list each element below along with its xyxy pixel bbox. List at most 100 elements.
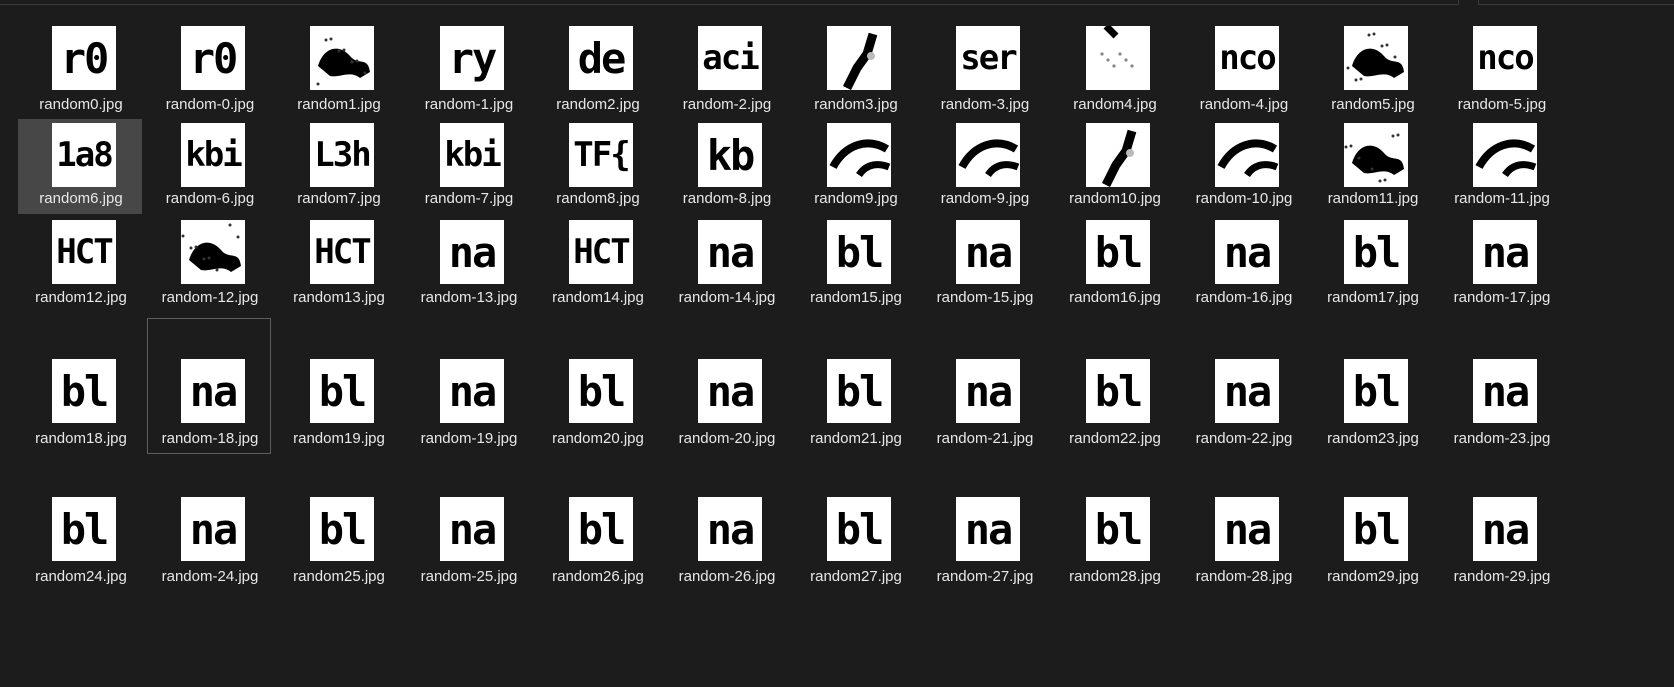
search-box[interactable] bbox=[1478, 0, 1674, 5]
image-thumbnail[interactable] bbox=[827, 26, 891, 90]
image-thumbnail[interactable]: bl bbox=[827, 497, 891, 561]
image-thumbnail[interactable]: na bbox=[181, 497, 245, 561]
file-item[interactable]: na random-20.jpg bbox=[664, 318, 788, 454]
file-item[interactable]: na random-22.jpg bbox=[1181, 318, 1305, 454]
image-thumbnail[interactable]: na bbox=[956, 220, 1020, 284]
file-item[interactable]: kbi random-6.jpg bbox=[147, 119, 271, 214]
image-thumbnail[interactable]: na bbox=[181, 359, 245, 423]
image-thumbnail[interactable]: aci bbox=[698, 26, 762, 90]
image-thumbnail[interactable]: na bbox=[1215, 359, 1279, 423]
file-item[interactable]: na random-27.jpg bbox=[922, 456, 1046, 592]
file-item[interactable]: na random-24.jpg bbox=[147, 456, 271, 592]
file-item[interactable]: ser random-3.jpg bbox=[922, 22, 1046, 117]
file-item[interactable]: bl random15.jpg bbox=[793, 216, 917, 311]
image-thumbnail[interactable]: bl bbox=[310, 497, 374, 561]
image-thumbnail[interactable]: na bbox=[956, 497, 1020, 561]
file-item[interactable]: random3.jpg bbox=[793, 22, 917, 117]
file-item[interactable]: bl random23.jpg bbox=[1310, 318, 1434, 454]
image-thumbnail[interactable]: bl bbox=[827, 220, 891, 284]
file-item[interactable]: HCT random14.jpg bbox=[535, 216, 659, 311]
file-item[interactable]: L3h random7.jpg bbox=[276, 119, 400, 214]
file-item[interactable]: bl random20.jpg bbox=[535, 318, 659, 454]
file-item[interactable]: HCT random12.jpg bbox=[18, 216, 142, 311]
file-item[interactable]: HCT random13.jpg bbox=[276, 216, 400, 311]
image-thumbnail[interactable]: na bbox=[1215, 220, 1279, 284]
file-item[interactable]: na random-21.jpg bbox=[922, 318, 1046, 454]
image-thumbnail[interactable] bbox=[310, 26, 374, 90]
file-item[interactable]: random9.jpg bbox=[793, 119, 917, 214]
image-thumbnail[interactable]: kbi bbox=[440, 123, 504, 187]
image-thumbnail[interactable]: HCT bbox=[569, 220, 633, 284]
file-item[interactable]: bl random22.jpg bbox=[1052, 318, 1176, 454]
image-thumbnail[interactable] bbox=[1344, 123, 1408, 187]
image-thumbnail[interactable]: ser bbox=[956, 26, 1020, 90]
image-thumbnail[interactable]: nco bbox=[1473, 26, 1537, 90]
file-item[interactable]: bl random19.jpg bbox=[276, 318, 400, 454]
file-item[interactable]: kb random-8.jpg bbox=[664, 119, 788, 214]
image-thumbnail[interactable] bbox=[181, 220, 245, 284]
file-item[interactable]: ry random-1.jpg bbox=[406, 22, 530, 117]
image-thumbnail[interactable]: na bbox=[440, 497, 504, 561]
image-thumbnail[interactable]: bl bbox=[310, 359, 374, 423]
image-thumbnail[interactable]: kbi bbox=[181, 123, 245, 187]
image-thumbnail[interactable]: bl bbox=[1344, 359, 1408, 423]
image-thumbnail[interactable]: 1a8 bbox=[52, 123, 116, 187]
image-thumbnail[interactable]: bl bbox=[1086, 359, 1150, 423]
file-item[interactable]: random10.jpg bbox=[1052, 119, 1176, 214]
file-item[interactable]: na random-17.jpg bbox=[1439, 216, 1563, 311]
file-item[interactable]: bl random27.jpg bbox=[793, 456, 917, 592]
image-thumbnail[interactable]: bl bbox=[569, 497, 633, 561]
image-thumbnail[interactable] bbox=[1473, 123, 1537, 187]
image-thumbnail[interactable]: nco bbox=[1215, 26, 1279, 90]
file-item[interactable]: bl random24.jpg bbox=[18, 456, 142, 592]
image-thumbnail[interactable]: na bbox=[1473, 359, 1537, 423]
file-item[interactable]: random5.jpg bbox=[1310, 22, 1434, 117]
file-item[interactable]: aci random-2.jpg bbox=[664, 22, 788, 117]
file-item[interactable]: TF{random8.jpg bbox=[535, 119, 659, 214]
file-item[interactable]: na random-13.jpg bbox=[406, 216, 530, 311]
image-thumbnail[interactable]: na bbox=[956, 359, 1020, 423]
file-item[interactable]: random-10.jpg bbox=[1181, 119, 1305, 214]
file-item[interactable]: random-9.jpg bbox=[922, 119, 1046, 214]
file-item[interactable]: na random-26.jpg bbox=[664, 456, 788, 592]
image-thumbnail[interactable]: bl bbox=[569, 359, 633, 423]
file-item[interactable]: random-12.jpg bbox=[147, 216, 271, 311]
image-thumbnail[interactable]: r0 bbox=[52, 26, 116, 90]
file-item[interactable]: random4.jpg bbox=[1052, 22, 1176, 117]
file-item[interactable]: na random-29.jpg bbox=[1439, 456, 1563, 592]
file-item[interactable]: random11.jpg bbox=[1310, 119, 1434, 214]
file-item[interactable]: r0 random-0.jpg bbox=[147, 22, 271, 117]
file-item[interactable]: kbi random-7.jpg bbox=[406, 119, 530, 214]
image-thumbnail[interactable] bbox=[1086, 26, 1150, 90]
image-thumbnail[interactable] bbox=[1215, 123, 1279, 187]
file-item[interactable]: na random-25.jpg bbox=[406, 456, 530, 592]
image-thumbnail[interactable]: bl bbox=[52, 359, 116, 423]
image-thumbnail[interactable]: bl bbox=[1086, 220, 1150, 284]
image-thumbnail[interactable]: na bbox=[440, 359, 504, 423]
image-thumbnail[interactable]: ry bbox=[440, 26, 504, 90]
image-thumbnail[interactable]: L3h bbox=[310, 123, 374, 187]
file-item[interactable]: random-11.jpg bbox=[1439, 119, 1563, 214]
image-thumbnail[interactable]: bl bbox=[1344, 497, 1408, 561]
file-item[interactable]: r0 random0.jpg bbox=[18, 22, 142, 117]
image-thumbnail[interactable]: HCT bbox=[52, 220, 116, 284]
image-thumbnail[interactable]: na bbox=[698, 220, 762, 284]
image-thumbnail[interactable]: r0 bbox=[181, 26, 245, 90]
image-thumbnail[interactable]: bl bbox=[827, 359, 891, 423]
address-bar[interactable] bbox=[0, 0, 1459, 5]
image-thumbnail[interactable]: TF{ bbox=[569, 123, 633, 187]
file-item[interactable]: na random-19.jpg bbox=[406, 318, 530, 454]
file-item[interactable]: nco random-4.jpg bbox=[1181, 22, 1305, 117]
file-item[interactable]: bl random29.jpg bbox=[1310, 456, 1434, 592]
file-item[interactable]: random1.jpg bbox=[276, 22, 400, 117]
file-item[interactable]: nco random-5.jpg bbox=[1439, 22, 1563, 117]
file-item[interactable]: na random-18.jpg bbox=[147, 318, 271, 454]
file-item[interactable]: na random-16.jpg bbox=[1181, 216, 1305, 311]
file-item[interactable]: de random2.jpg bbox=[535, 22, 659, 117]
file-item[interactable]: 1a8 random6.jpg bbox=[18, 119, 142, 214]
file-item[interactable]: bl random26.jpg bbox=[535, 456, 659, 592]
image-thumbnail[interactable]: bl bbox=[1086, 497, 1150, 561]
image-thumbnail[interactable] bbox=[956, 123, 1020, 187]
file-item[interactable]: na random-28.jpg bbox=[1181, 456, 1305, 592]
file-item[interactable]: bl random17.jpg bbox=[1310, 216, 1434, 311]
